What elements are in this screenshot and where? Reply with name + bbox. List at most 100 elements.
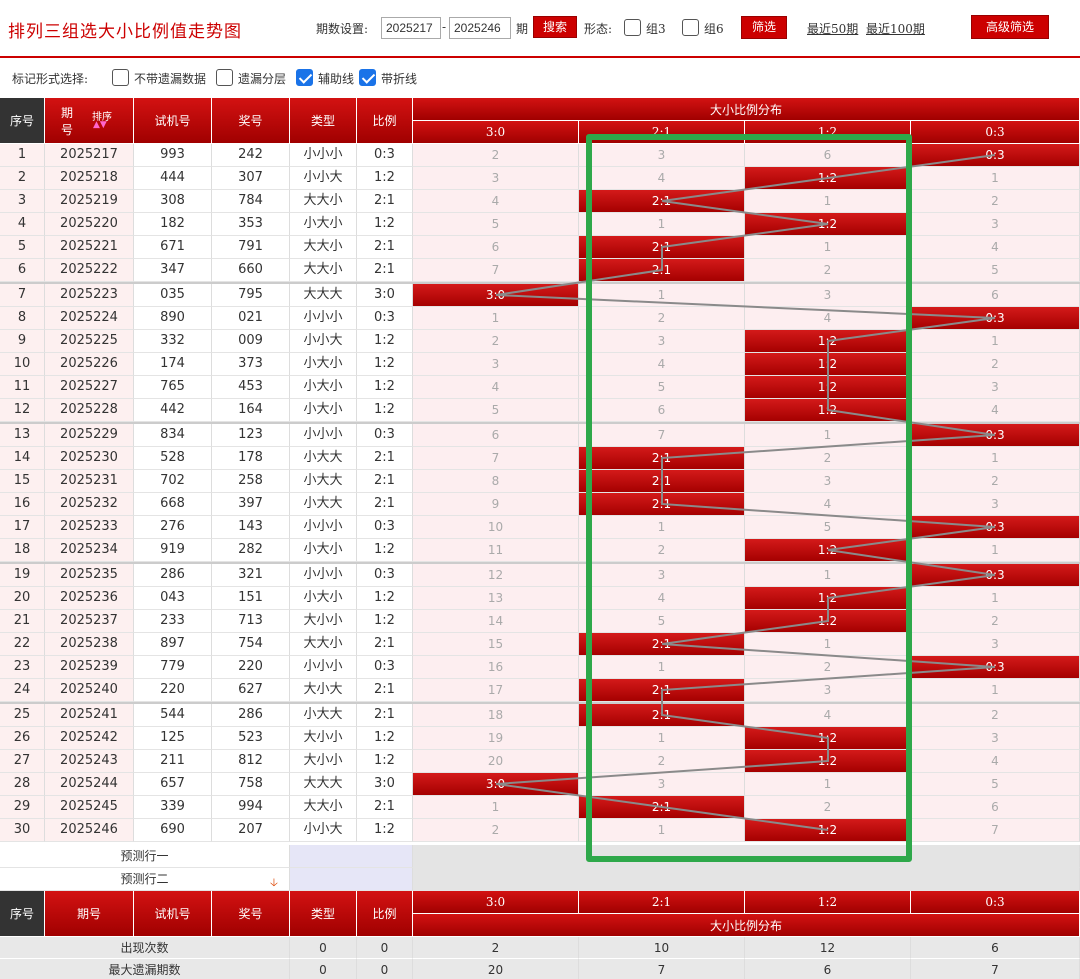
omission-cell: 13 — [413, 587, 579, 610]
no-omission-checkbox[interactable] — [112, 69, 129, 86]
cell-type: 小小大 — [290, 330, 357, 353]
mark-options-label: 标记形式选择: — [12, 72, 89, 86]
omission-cell: 3 — [579, 330, 745, 353]
table-row: 22 2025238 897 754 大大小 2:1 15 2:1 1 3 — [0, 633, 1080, 656]
omission-cell: 1 — [579, 516, 745, 539]
stat-count-0-3: 6 — [911, 937, 1080, 959]
cell-ratio: 2:1 — [357, 704, 413, 727]
omission-cell: 20 — [413, 750, 579, 773]
cell-test: 125 — [134, 727, 212, 750]
polyline-checkbox[interactable] — [359, 69, 376, 86]
recent-50-link[interactable]: 最近50期 — [807, 20, 858, 37]
cell-test: 332 — [134, 330, 212, 353]
cell-ratio: 0:3 — [357, 656, 413, 679]
search-button[interactable]: 搜索 — [533, 16, 577, 38]
hit-cell: 1:2 — [745, 376, 911, 399]
cell-ratio: 0:3 — [357, 516, 413, 539]
cell-seq: 20 — [0, 587, 45, 610]
col-header-0-3: 0:3 — [911, 121, 1080, 144]
cell-period: 2025223 — [45, 284, 134, 307]
cell-draw: 812 — [212, 750, 290, 773]
omission-cell: 7 — [579, 424, 745, 447]
omission-cell: 6 — [413, 424, 579, 447]
hit-cell: 0:3 — [911, 564, 1080, 587]
filter-button[interactable]: 筛选 — [741, 16, 787, 39]
hit-cell: 2:1 — [579, 470, 745, 493]
omission-cell: 12 — [413, 564, 579, 587]
cell-type: 大大小 — [290, 633, 357, 656]
footer-test-header: 试机号 — [134, 891, 212, 937]
cell-ratio: 2:1 — [357, 190, 413, 213]
cell-draw: 791 — [212, 236, 290, 259]
mark-options-bar: 标记形式选择: 不带遗漏数据 遗漏分层 辅助线 带折线 — [0, 60, 1080, 96]
guide-line-checkbox[interactable] — [296, 69, 313, 86]
cell-draw: 286 — [212, 704, 290, 727]
cell-type: 小大小 — [290, 539, 357, 562]
cell-period: 2025224 — [45, 307, 134, 330]
hit-cell: 2:1 — [579, 447, 745, 470]
omission-layer-checkbox[interactable] — [216, 69, 233, 86]
omission-cell: 6 — [745, 144, 911, 167]
cell-test: 276 — [134, 516, 212, 539]
cell-seq: 26 — [0, 727, 45, 750]
type-header: 类型 — [290, 98, 357, 144]
omission-layer-label: 遗漏分层 — [238, 72, 287, 86]
cell-seq: 13 — [0, 424, 45, 447]
table-row: 27 2025243 211 812 大小小 1:2 20 2 1:2 4 — [0, 750, 1080, 773]
cell-period: 2025234 — [45, 539, 134, 562]
cell-seq: 3 — [0, 190, 45, 213]
cell-seq: 28 — [0, 773, 45, 796]
hit-cell: 3:0 — [413, 773, 579, 796]
cell-type: 小大大 — [290, 447, 357, 470]
omission-cell: 2 — [413, 144, 579, 167]
predict-row-2-input[interactable] — [290, 868, 413, 891]
predict-row-1-input[interactable] — [290, 845, 413, 868]
omission-cell: 1 — [579, 727, 745, 750]
predict-row-1-label: 预测行一 — [0, 845, 290, 868]
cell-test: 444 — [134, 167, 212, 190]
predict-row-2-area[interactable] — [413, 868, 1080, 891]
hit-cell: 1:2 — [745, 727, 911, 750]
cell-draw: 795 — [212, 284, 290, 307]
stat-count-type: 0 — [290, 937, 357, 959]
omission-cell: 4 — [911, 750, 1080, 773]
cell-test: 347 — [134, 259, 212, 282]
footer-type-header: 类型 — [290, 891, 357, 937]
cell-draw: 009 — [212, 330, 290, 353]
cell-type: 大小小 — [290, 610, 357, 633]
table-row: 25 2025241 544 286 小大大 2:1 18 2:1 4 2 — [0, 704, 1080, 727]
hit-cell: 2:1 — [579, 190, 745, 213]
cell-test: 668 — [134, 493, 212, 516]
cell-test: 671 — [134, 236, 212, 259]
polyline-label: 带折线 — [381, 72, 418, 86]
recent-100-link[interactable]: 最近100期 — [866, 20, 925, 37]
advanced-filter-button[interactable]: 高级筛选 — [971, 15, 1049, 39]
cell-seq: 5 — [0, 236, 45, 259]
draw-number-header: 奖号 — [212, 98, 290, 144]
start-period-input[interactable] — [381, 17, 441, 39]
footer-seq-header: 序号 — [0, 891, 45, 937]
omission-cell: 2 — [745, 796, 911, 819]
cell-test: 897 — [134, 633, 212, 656]
sort-arrow-icon: ▲▼ — [93, 120, 107, 130]
omission-cell: 11 — [413, 539, 579, 562]
period-dash: - — [442, 20, 447, 34]
group6-checkbox[interactable] — [682, 19, 699, 36]
cell-draw: 307 — [212, 167, 290, 190]
cell-draw: 397 — [212, 493, 290, 516]
period-header[interactable]: 期 号 — [45, 98, 134, 144]
cell-draw: 523 — [212, 727, 290, 750]
period-header-bottom: 号 — [61, 122, 74, 137]
cell-test: 339 — [134, 796, 212, 819]
cell-test: 220 — [134, 679, 212, 702]
cell-period: 2025244 — [45, 773, 134, 796]
cell-ratio: 1:2 — [357, 750, 413, 773]
hit-cell: 0:3 — [911, 144, 1080, 167]
cell-period: 2025226 — [45, 353, 134, 376]
table-row: 26 2025242 125 523 大小小 1:2 19 1 1:2 3 — [0, 727, 1080, 750]
cell-seq: 27 — [0, 750, 45, 773]
group3-checkbox[interactable] — [624, 19, 641, 36]
predict-row-1-area[interactable] — [413, 845, 1080, 868]
end-period-input[interactable] — [449, 17, 511, 39]
hit-cell: 1:2 — [745, 167, 911, 190]
